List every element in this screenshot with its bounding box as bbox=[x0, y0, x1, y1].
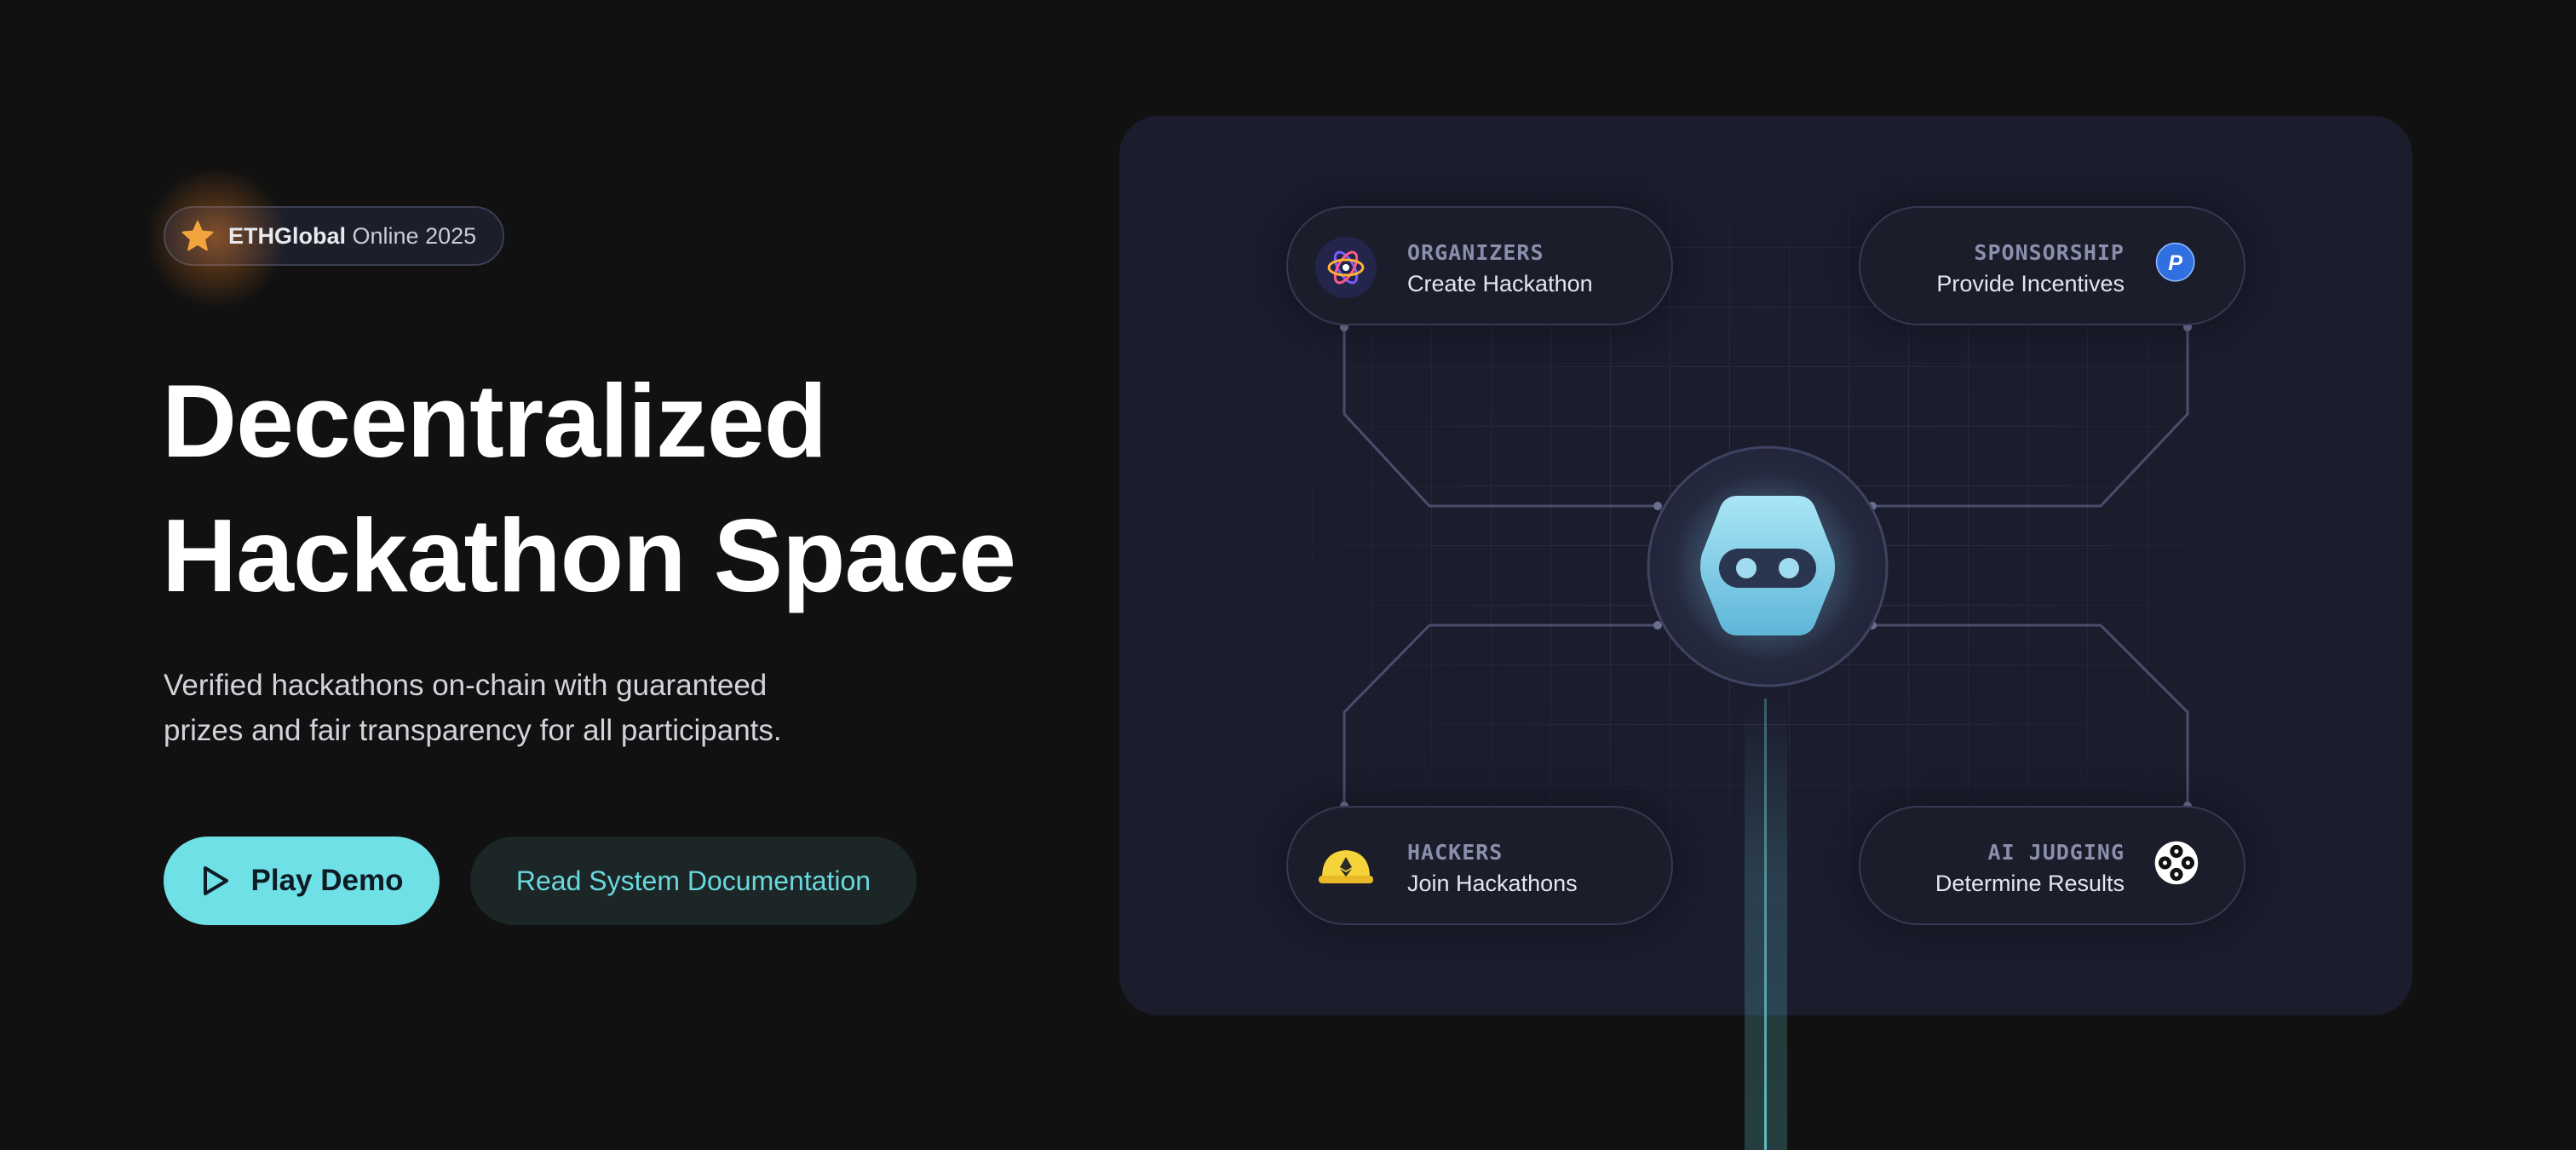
robot-head-icon[interactable] bbox=[1644, 443, 1891, 690]
hero-subtitle: Verified hackathons on-chain with guaran… bbox=[164, 663, 930, 753]
svg-text:P: P bbox=[2168, 251, 2182, 275]
play-demo-button[interactable]: Play Demo bbox=[164, 837, 440, 925]
organizers-caption: ORGANIZERS bbox=[1407, 240, 1544, 265]
organizers-description: Create Hackathon bbox=[1407, 271, 1593, 296]
ai-flower-icon bbox=[2154, 841, 2199, 885]
badge-text: ETHGlobal Online 2025 bbox=[228, 223, 476, 250]
organizers-logo-icon bbox=[1315, 237, 1377, 298]
hero-title-line1: Decentralized bbox=[162, 363, 827, 479]
hero-subtitle-line1: Verified hackathons on-chain with guaran… bbox=[164, 669, 768, 702]
ai-judging-caption: AI JUDGING bbox=[1987, 840, 2125, 865]
hero-title: Decentralized Hackathon Space bbox=[162, 354, 1016, 623]
hero-title-line2: Hackathon Space bbox=[162, 497, 1016, 613]
organizers-node[interactable]: ORGANIZERS Create Hackathon bbox=[1286, 206, 1673, 325]
paypal-icon: P bbox=[2155, 242, 2195, 282]
hackers-description: Join Hackathons bbox=[1407, 871, 1578, 896]
sponsorship-caption: SPONSORSHIP bbox=[1974, 240, 2125, 265]
hackers-caption: HACKERS bbox=[1407, 840, 1504, 865]
sponsorship-description: Provide Incentives bbox=[1936, 271, 2125, 296]
read-docs-label: Read System Documentation bbox=[515, 865, 871, 896]
star-icon bbox=[181, 221, 214, 251]
hard-hat-icon bbox=[1319, 850, 1373, 883]
hero-subtitle-line2: prizes and fair transparency for all par… bbox=[164, 714, 782, 747]
light-beam-line bbox=[1764, 699, 1767, 1150]
ai-judging-description: Determine Results bbox=[1935, 871, 2125, 896]
sponsorship-node[interactable]: P SPONSORSHIP Provide Incentives bbox=[1859, 206, 2245, 325]
hackers-node[interactable]: HACKERS Join Hackathons bbox=[1286, 806, 1673, 925]
badge-brand: ETHGlobal bbox=[228, 222, 347, 249]
read-docs-button[interactable]: Read System Documentation bbox=[470, 837, 917, 925]
play-demo-label: Play Demo bbox=[250, 864, 404, 897]
badge-event: Online 2025 bbox=[352, 222, 477, 249]
event-badge[interactable]: ETHGlobal Online 2025 bbox=[131, 157, 504, 319]
ai-judging-node[interactable]: AI JUDGING Determine Results bbox=[1859, 806, 2245, 925]
play-icon bbox=[203, 866, 228, 895]
